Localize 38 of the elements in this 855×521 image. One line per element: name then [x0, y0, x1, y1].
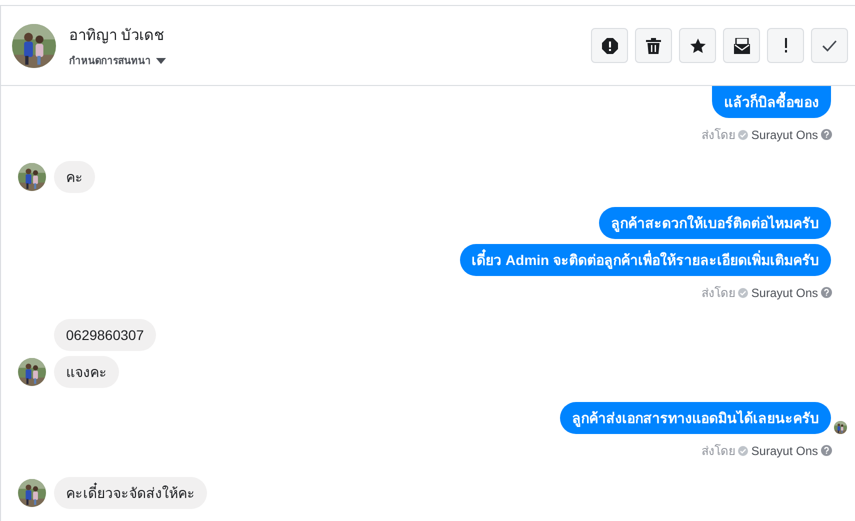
message-bubble: คะเดี๋ยวจะจัดส่งให้คะ [54, 477, 207, 509]
message-bubble: แจงคะ [54, 356, 119, 388]
trash-icon [646, 38, 661, 54]
avatar [18, 358, 46, 386]
avatar [18, 479, 46, 507]
star-icon [690, 38, 706, 54]
message-bubble: ลูกค้าสะดวกให้เบอร์ติดต่อไหมครับ [599, 207, 831, 239]
check-circle-icon [738, 130, 748, 140]
message-bubble: คะ [54, 161, 95, 193]
help-icon[interactable] [821, 445, 832, 456]
done-button[interactable] [811, 28, 848, 63]
contact-name: อาทิญา บัวเดช [69, 26, 166, 46]
report-button[interactable] [591, 28, 628, 63]
check-circle-icon [738, 288, 748, 298]
delete-button[interactable] [635, 28, 672, 63]
conversation-settings-link[interactable]: กำหนดการสนทนา [69, 53, 151, 68]
sent-by-label: ส่งโดย [701, 285, 736, 302]
message-bubble: เดี๋ยว Admin จะติดต่อลูกค้าเพื่อให้รายละเอียดเพิ่มเติมครับ [460, 244, 831, 276]
sender-name: Surayut Ons [751, 128, 818, 142]
check-circle-icon [738, 446, 748, 456]
message-bubble: แล้วก็บิลซื้อของ [712, 86, 831, 118]
help-icon[interactable] [821, 129, 832, 140]
star-button[interactable] [679, 28, 716, 63]
caret-icon[interactable] [156, 58, 166, 64]
sender-name: Surayut Ons [751, 444, 818, 458]
sender-name: Surayut Ons [751, 286, 818, 300]
sent-by-label: ส่งโดย [701, 127, 736, 144]
sent-by-label: ส่งโดย [701, 443, 736, 460]
message-bubble: ลูกค้าส่งเอกสารทางแอดมินได้เลยนะครับ [560, 402, 831, 434]
message-bubble: 0629860307 [54, 319, 156, 351]
mail-icon [734, 38, 750, 54]
exclamation-icon [784, 38, 788, 53]
check-icon [822, 40, 837, 52]
help-icon[interactable] [821, 287, 832, 298]
mail-button[interactable] [723, 28, 760, 63]
avatar [12, 24, 56, 68]
avatar [18, 163, 46, 191]
alert-icon [602, 38, 618, 54]
